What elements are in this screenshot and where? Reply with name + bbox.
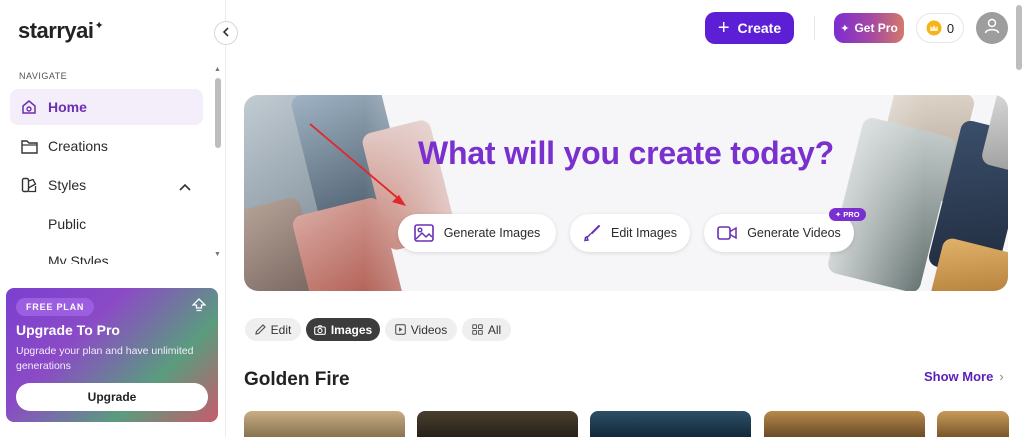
sparkle-icon: ✦ <box>94 20 104 32</box>
gallery-thumbnail[interactable] <box>937 411 1009 437</box>
filter-chip-label: All <box>487 322 502 337</box>
scroll-up-arrow-icon[interactable]: ▲ <box>214 66 221 73</box>
upgrade-description: Upgrade your plan and have unlimited gen… <box>16 345 194 372</box>
brand-logo[interactable]: starryai✦ <box>18 18 104 44</box>
sparkle-icon: ✦ <box>835 210 842 219</box>
get-pro-button[interactable]: ✦ Get Pro <box>834 13 904 43</box>
user-icon <box>983 17 1001 40</box>
edit-images-label: Edit Images <box>610 226 677 240</box>
sidebar-item-creations[interactable]: Creations <box>10 128 203 164</box>
sidebar-subitem-my-styles[interactable]: My Styles <box>48 254 109 264</box>
filter-chip-label: Edit <box>270 322 292 337</box>
section-title: Golden Fire <box>244 369 350 390</box>
filter-chip-edit[interactable]: Edit <box>245 318 301 341</box>
show-more-link[interactable]: Show More › <box>924 369 1004 384</box>
collapse-sidebar-button[interactable] <box>214 21 238 45</box>
nav-heading: NAVIGATE <box>19 71 68 81</box>
sidebar: starryai✦ NAVIGATE Home Creations Styles… <box>0 0 226 437</box>
pencil-icon <box>254 324 266 335</box>
filter-chip-videos[interactable]: Videos <box>385 318 457 341</box>
sparkle-icon: ✦ <box>840 22 850 35</box>
upgrade-title: Upgrade To Pro <box>16 322 120 338</box>
video-icon <box>717 226 737 240</box>
filter-chip-label: Videos <box>410 322 448 337</box>
generate-videos-label: Generate Videos <box>747 226 841 240</box>
avatar[interactable] <box>976 12 1008 44</box>
plus-icon: + <box>717 17 730 39</box>
filter-chip-all[interactable]: All <box>462 318 511 341</box>
pro-badge: ✦ PRO <box>829 208 866 221</box>
chevron-left-icon <box>222 26 230 40</box>
main-scrollbar-thumb[interactable] <box>1016 5 1022 70</box>
home-icon <box>20 98 38 116</box>
gallery-thumbnail[interactable] <box>244 411 405 437</box>
camera-icon <box>313 324 326 335</box>
credits-badge[interactable]: 0 <box>916 13 964 43</box>
edit-images-button[interactable]: Edit Images <box>570 214 690 252</box>
create-button[interactable]: + Create <box>705 12 794 44</box>
hero-fade-overlay <box>364 95 924 291</box>
show-more-label: Show More <box>924 369 994 384</box>
chevron-right-icon: › <box>999 369 1004 384</box>
upgrade-button[interactable]: Upgrade <box>16 383 208 411</box>
sidebar-item-label: Styles <box>48 177 87 193</box>
sidebar-item-home[interactable]: Home <box>10 89 203 125</box>
plan-badge: FREE PLAN <box>16 298 95 316</box>
gallery-thumbnail[interactable] <box>417 411 578 437</box>
styles-icon <box>20 176 38 194</box>
play-icon <box>394 324 406 335</box>
annotation-arrow-icon <box>309 123 406 206</box>
sidebar-item-label: Creations <box>48 138 108 154</box>
create-button-label: Create <box>737 20 782 36</box>
gallery-thumbnail[interactable] <box>764 411 925 437</box>
upgrade-arrow-icon <box>191 298 207 317</box>
filter-chip-label: Images <box>330 322 373 337</box>
sidebar-item-label: Home <box>48 99 87 115</box>
sidebar-scrollbar-thumb[interactable] <box>215 78 221 148</box>
crown-coin-icon <box>926 20 942 36</box>
sidebar-subitem-public[interactable]: Public <box>48 216 86 232</box>
chevron-up-icon[interactable] <box>179 178 191 194</box>
brush-icon <box>583 224 601 242</box>
grid-icon <box>472 324 483 335</box>
folder-icon <box>20 137 38 155</box>
generate-images-button[interactable]: Generate Images <box>398 214 556 252</box>
filter-chip-images[interactable]: Images <box>306 318 380 341</box>
sidebar-item-styles[interactable]: Styles <box>10 167 203 203</box>
gallery-thumbnail[interactable] <box>590 411 751 437</box>
header-divider <box>814 16 815 40</box>
credits-count: 0 <box>946 20 955 36</box>
scroll-down-arrow-icon[interactable]: ▼ <box>214 251 221 258</box>
get-pro-label: Get Pro <box>854 21 898 35</box>
brand-logo-text: starryai <box>18 18 94 43</box>
upgrade-card: FREE PLAN Upgrade To Pro Upgrade your pl… <box>6 288 218 422</box>
app-window: starryai✦ NAVIGATE Home Creations Styles… <box>0 0 1024 437</box>
pro-badge-label: PRO <box>843 210 860 219</box>
generate-images-label: Generate Images <box>443 226 541 240</box>
image-icon <box>413 224 434 242</box>
